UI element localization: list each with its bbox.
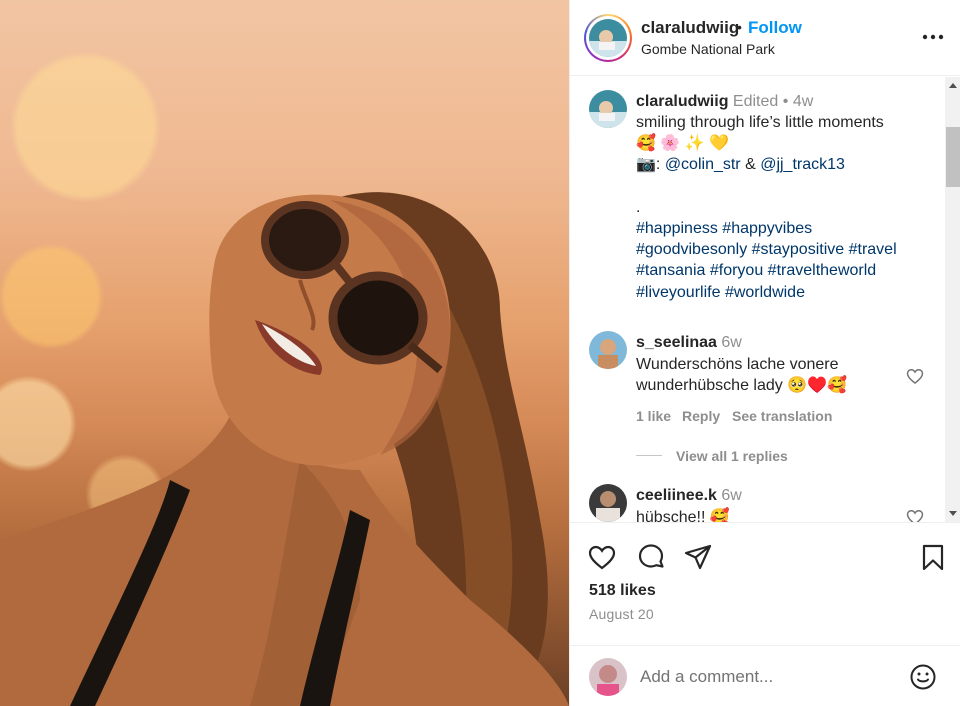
caption-age[interactable]: 4w xyxy=(793,93,813,110)
hashtag-link[interactable]: #staypositive xyxy=(752,241,845,258)
scroll-down-icon[interactable] xyxy=(949,511,957,516)
photo-illustration xyxy=(0,192,569,706)
post-date[interactable]: August 20 xyxy=(589,606,654,622)
caption-dot-line: . xyxy=(636,199,641,216)
caption-colon: : xyxy=(655,156,665,173)
comment-username[interactable]: ceeliinee.k xyxy=(636,487,717,504)
comment-age[interactable]: 6w xyxy=(721,487,741,504)
add-comment-bar xyxy=(570,645,960,706)
likes-count[interactable]: 518 likes xyxy=(589,582,656,600)
heart-icon[interactable] xyxy=(905,507,925,523)
current-user-avatar[interactable] xyxy=(589,658,627,696)
caption-avatar[interactable] xyxy=(589,90,627,128)
hashtag-link[interactable]: #foryou xyxy=(710,262,763,279)
separator-dot: • xyxy=(737,19,742,35)
caption-username[interactable]: claraludwiig xyxy=(636,93,728,110)
scrollbar-thumb[interactable] xyxy=(946,127,960,187)
caption-amp: & xyxy=(740,156,761,173)
mention-link[interactable]: @colin_str xyxy=(665,156,741,173)
comment-input[interactable] xyxy=(640,664,900,690)
post-photo[interactable] xyxy=(0,0,569,706)
separator-dot: • xyxy=(782,93,789,110)
comment-text: hübsche!! 🥰 xyxy=(636,509,730,523)
camera-emoji: 📷 xyxy=(636,156,656,173)
post-username[interactable]: claraludwiig xyxy=(641,18,739,38)
caption-emojis: 🥰 🌸 ✨ 💛 xyxy=(636,135,730,152)
replies-divider xyxy=(636,455,662,456)
comment-avatar[interactable] xyxy=(589,331,627,369)
edited-label: Edited xyxy=(732,93,779,110)
post-actions: 518 likes August 20 xyxy=(570,524,960,644)
follow-button[interactable]: Follow xyxy=(748,18,802,38)
comment-avatar[interactable] xyxy=(589,484,627,522)
heart-icon[interactable] xyxy=(905,366,925,386)
heart-icon[interactable] xyxy=(587,542,617,572)
scroll-up-icon[interactable] xyxy=(949,83,957,88)
comments-list[interactable]: claraludwiig Edited • 4w smiling through… xyxy=(570,77,960,523)
reply-button[interactable]: Reply xyxy=(682,408,720,424)
mention-link[interactable]: @jj_track13 xyxy=(760,156,845,173)
scrollbar[interactable] xyxy=(945,77,960,522)
comment-likes[interactable]: 1 like xyxy=(636,408,671,424)
more-horizontal-icon[interactable] xyxy=(920,26,946,48)
smiley-icon[interactable] xyxy=(908,662,938,692)
post-header: claraludwiig • Follow Gombe National Par… xyxy=(570,0,960,76)
post-location[interactable]: Gombe National Park xyxy=(641,41,775,57)
see-translation-button[interactable]: See translation xyxy=(732,408,832,424)
post-panel: claraludwiig • Follow Gombe National Par… xyxy=(569,0,960,706)
hashtag-link[interactable]: #traveltheworld xyxy=(768,262,877,279)
caption-text: smiling through life’s little moments xyxy=(636,114,884,131)
comment-username[interactable]: s_seelinaa xyxy=(636,334,717,351)
story-ring[interactable] xyxy=(584,14,632,62)
hashtag-link[interactable]: #goodvibesonly xyxy=(636,241,747,258)
view-replies-button[interactable]: View all 1 replies xyxy=(676,448,788,464)
hashtag-link[interactable]: #travel xyxy=(849,241,897,258)
hashtag-link[interactable]: #liveyourlife xyxy=(636,284,720,301)
comment-age[interactable]: 6w xyxy=(721,334,741,351)
avatar[interactable] xyxy=(589,19,627,57)
bookmark-icon[interactable] xyxy=(918,542,948,572)
hashtag-link[interactable]: #worldwide xyxy=(725,284,805,301)
comment-text: Wunderschöns lache vonere xyxy=(636,356,839,373)
hashtag-link[interactable]: #tansania xyxy=(636,262,705,279)
hashtag-link[interactable]: #happyvibes xyxy=(722,220,812,237)
comment-bubble-icon[interactable] xyxy=(636,542,666,572)
comment-text: wunderhübsche lady 🥺♥️🥰 xyxy=(636,377,847,394)
hashtag-link[interactable]: #happiness xyxy=(636,220,718,237)
paper-plane-icon[interactable] xyxy=(683,542,713,572)
